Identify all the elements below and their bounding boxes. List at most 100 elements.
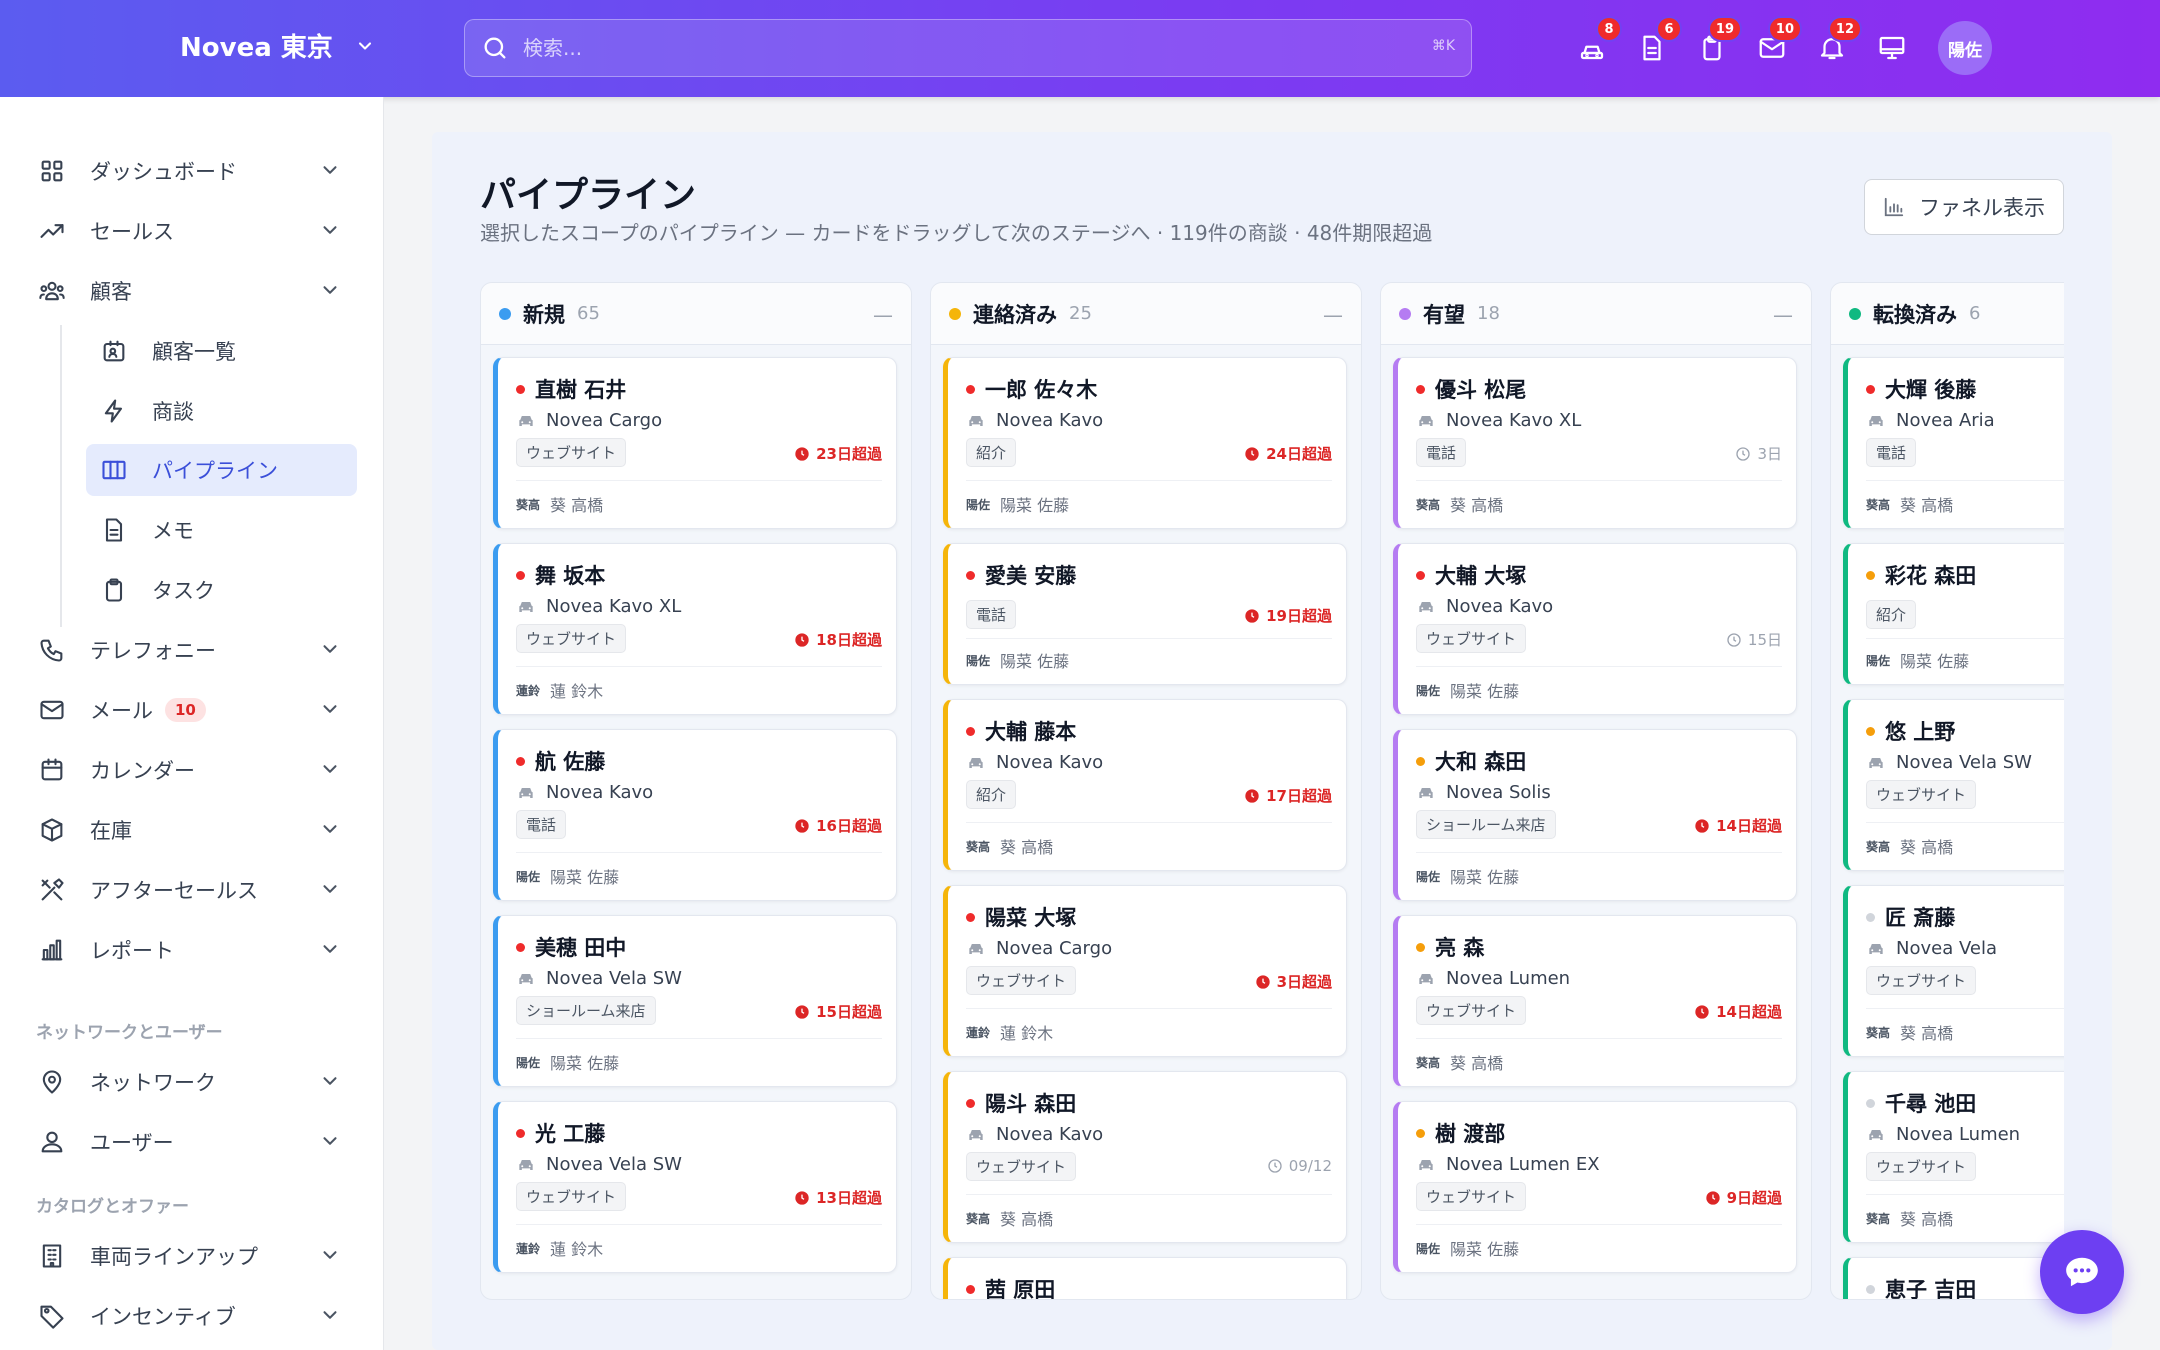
deal-card[interactable]: 直樹 石井 Novea Cargo ウェブサイト 23日超過 葵高葵 高橋: [493, 357, 897, 529]
owner-initials: 葵高: [1866, 497, 1891, 512]
owner-name: 葵 高橋: [1000, 1210, 1054, 1229]
collapse-column-button[interactable]: —: [873, 303, 893, 327]
chat-button[interactable]: [2040, 1230, 2124, 1314]
sidebar-item-bars[interactable]: レポート: [36, 924, 347, 976]
column-count: 25: [1069, 303, 1092, 324]
deal-card[interactable]: 大輝 後藤 Novea Aria 電話 葵高葵 高橋: [1843, 357, 2064, 529]
car-icon: [519, 787, 533, 798]
vehicle-model: Novea Kavo XL: [1416, 410, 1581, 431]
owner-initials: 陽佐: [516, 1055, 541, 1070]
deal-card[interactable]: 匠 斎藤 Novea Vela ウェブサイト 葵高葵 高橋: [1843, 885, 2064, 1057]
mail-button[interactable]: 10: [1752, 16, 1802, 72]
owner-initials: 陽佐: [966, 497, 991, 512]
due-text: 19日超過: [1266, 607, 1332, 625]
bell-button[interactable]: 12: [1812, 16, 1862, 72]
search-box[interactable]: ⌘K: [464, 19, 1472, 77]
deal-card[interactable]: 愛美 安藤 電話 19日超過 陽佐 陽菜 佐藤: [943, 543, 1347, 685]
memo-icon-wrap: [98, 514, 130, 546]
owner-name: 陽菜 佐藤: [550, 1054, 620, 1073]
sidebar-item-user[interactable]: ユーザー: [36, 1116, 347, 1168]
priority-dot: [966, 726, 975, 736]
sidebar-item-memo[interactable]: メモ: [86, 504, 357, 556]
due-text: 3日超過: [1276, 973, 1332, 991]
sidebar-item-contact[interactable]: 顧客一覧: [86, 325, 357, 377]
collapse-column-button[interactable]: —: [1773, 303, 1793, 327]
deal-card[interactable]: 大和 森田 Novea Solis ショールーム来店 14日超過 陽佐 陽菜 佐藤: [1393, 729, 1797, 901]
deal-card[interactable]: 航 佐藤 Novea Kavo 電話 16日超過 陽佐 陽菜 佐藤: [493, 729, 897, 901]
document-button[interactable]: 6: [1632, 16, 1682, 72]
sidebar-item-calendar[interactable]: カレンダー: [36, 744, 347, 796]
vehicle-model: Novea Kavo: [516, 782, 653, 803]
sidebar-item-mail[interactable]: メール 10: [36, 684, 347, 736]
card-divider: [1866, 1008, 2064, 1009]
customer-name-text: 光 工藤: [535, 1122, 606, 1146]
deal-card[interactable]: 大輔 大塚 Novea Kavo ウェブサイト 15日 陽佐 陽菜 佐藤: [1393, 543, 1797, 715]
deal-card[interactable]: 美穂 田中 Novea Vela SW ショールーム来店 15日超過 陽佐 陽菜 佐藤: [493, 915, 897, 1087]
source-tag: ショールーム来店: [1416, 810, 1556, 839]
vehicle-model-text: Novea Lumen: [1896, 1124, 2021, 1145]
clock-icon: [1245, 608, 1259, 623]
sidebar-item-bolt[interactable]: 商談: [86, 385, 357, 437]
org-switcher[interactable]: Novea 東京: [180, 27, 375, 64]
customer-name-text: 航 佐藤: [535, 750, 606, 774]
due-text: 15日: [1747, 631, 1782, 649]
owner-name: 陽菜 佐藤: [1450, 682, 1520, 701]
sidebar-item-building[interactable]: 車両ラインアップ: [36, 1230, 347, 1282]
avatar[interactable]: 陽佐: [1938, 21, 1992, 75]
monitor-button[interactable]: [1872, 24, 1912, 72]
deal-card[interactable]: 恵子 吉田: [1843, 1257, 2064, 1299]
sidebar-item-grid[interactable]: ダッシュボード: [36, 145, 347, 197]
car-button[interactable]: 8: [1572, 16, 1622, 72]
deal-card[interactable]: 一郎 佐々木 Novea Kavo 紹介 24日超過 陽佐 陽菜 佐藤: [943, 357, 1347, 529]
sidebar-item-users[interactable]: 顧客: [36, 265, 347, 317]
sidebar-item-tag[interactable]: インセンティブ: [36, 1290, 347, 1342]
customer-name: 美穂 田中: [516, 932, 626, 962]
clock-icon: [1255, 974, 1270, 989]
sidebar-item-clipboard[interactable]: タスク: [86, 564, 357, 616]
deal-card[interactable]: 優斗 松尾 Novea Kavo XL 電話 3日 葵高葵 高橋: [1393, 357, 1797, 529]
deal-card[interactable]: 舞 坂本 Novea Kavo XL ウェブサイト 18日超過 蓮鈴蓮 鈴木: [493, 543, 897, 715]
source-tag: ウェブサイト: [1866, 1152, 1977, 1181]
customer-name-text: 大和 森田: [1435, 750, 1527, 774]
customer-name-text: 美穂 田中: [535, 936, 627, 960]
sidebar-item-phone[interactable]: テレフォニー: [36, 624, 347, 676]
sidebar-item-label: セールス: [90, 220, 174, 244]
deal-card[interactable]: 悠 上野 Novea Vela SW ウェブサイト 葵高葵 高橋: [1843, 699, 2064, 871]
due-indicator: 9日超過: [1705, 1187, 1782, 1208]
search-input[interactable]: [523, 36, 1383, 60]
sidebar-item-columns[interactable]: パイプライン: [86, 444, 357, 496]
deal-card[interactable]: 亮 森 Novea Lumen ウェブサイト 14日超過 葵高葵 高橋: [1393, 915, 1797, 1087]
vehicle-model-text: Novea Cargo: [996, 938, 1113, 959]
deal-card[interactable]: 光 工藤 Novea Vela SW ウェブサイト 13日超過 蓮鈴蓮 鈴木: [493, 1101, 897, 1273]
funnel-view-button[interactable]: ファネル表示: [1864, 179, 2064, 235]
pin-icon: [42, 1070, 62, 1094]
card-divider: [1416, 666, 1782, 667]
pipeline-board: 新規 65— 直樹 石井 Novea Cargo ウェブサイト 23日超過 葵高葵 高橋舞 …: [480, 282, 2064, 1300]
deal-card[interactable]: 大輔 藤本 Novea Kavo 紹介 17日超過 葵高葵 高橋: [943, 699, 1347, 871]
pipeline-column: 有望 18— 優斗 松尾 Novea Kavo XL 電話 3日 葵高葵 高橋 大輔 大塚 No…: [1380, 282, 1812, 1300]
sidebar-item-tools[interactable]: アフターセールス: [36, 864, 347, 916]
deal-card[interactable]: 陽菜 大塚 Novea Cargo ウェブサイト 3日超過 蓮鈴蓮 鈴木: [943, 885, 1347, 1057]
car-icon: [1419, 1159, 1433, 1170]
sidebar-item-trend[interactable]: セールス: [36, 205, 347, 257]
collapse-column-button[interactable]: —: [1323, 303, 1343, 327]
sidebar-item-box[interactable]: 在庫: [36, 804, 347, 856]
deal-card[interactable]: 彩花 森田 紹介 陽佐 陽菜 佐藤: [1843, 543, 2064, 685]
deal-card[interactable]: 樹 渡部 Novea Lumen EX ウェブサイト 9日超過 陽佐 陽菜 佐藤: [1393, 1101, 1797, 1273]
column-header: 連絡済み 25 —: [931, 283, 1361, 345]
customer-name-text: 匠 斎藤: [1885, 906, 1956, 930]
due-indicator: 13日超過: [794, 1187, 882, 1208]
car-icon: [1419, 415, 1433, 426]
deal-card[interactable]: 茜 原田: [943, 1257, 1347, 1299]
customer-name-text: 優斗 松尾: [1435, 378, 1527, 402]
sidebar-item-pin[interactable]: ネットワーク: [36, 1056, 347, 1108]
owner-initials: 陽佐: [1866, 653, 1891, 668]
owner-initials: 陽佐: [1416, 869, 1441, 884]
customer-name: 大輝 後藤: [1866, 374, 1976, 404]
due-text: 09/12: [1288, 1157, 1332, 1175]
clipboard-button[interactable]: 19: [1692, 16, 1742, 72]
owner: 陽佐 陽菜 佐藤: [1416, 864, 1519, 888]
deal-card[interactable]: 陽斗 森田 Novea Kavo ウェブサイト 09/12 葵高葵 高橋: [943, 1071, 1347, 1243]
deal-card[interactable]: 千尋 池田 Novea Lumen ウェブサイト 葵高葵 高橋: [1843, 1071, 2064, 1243]
card-divider: [966, 822, 1332, 823]
